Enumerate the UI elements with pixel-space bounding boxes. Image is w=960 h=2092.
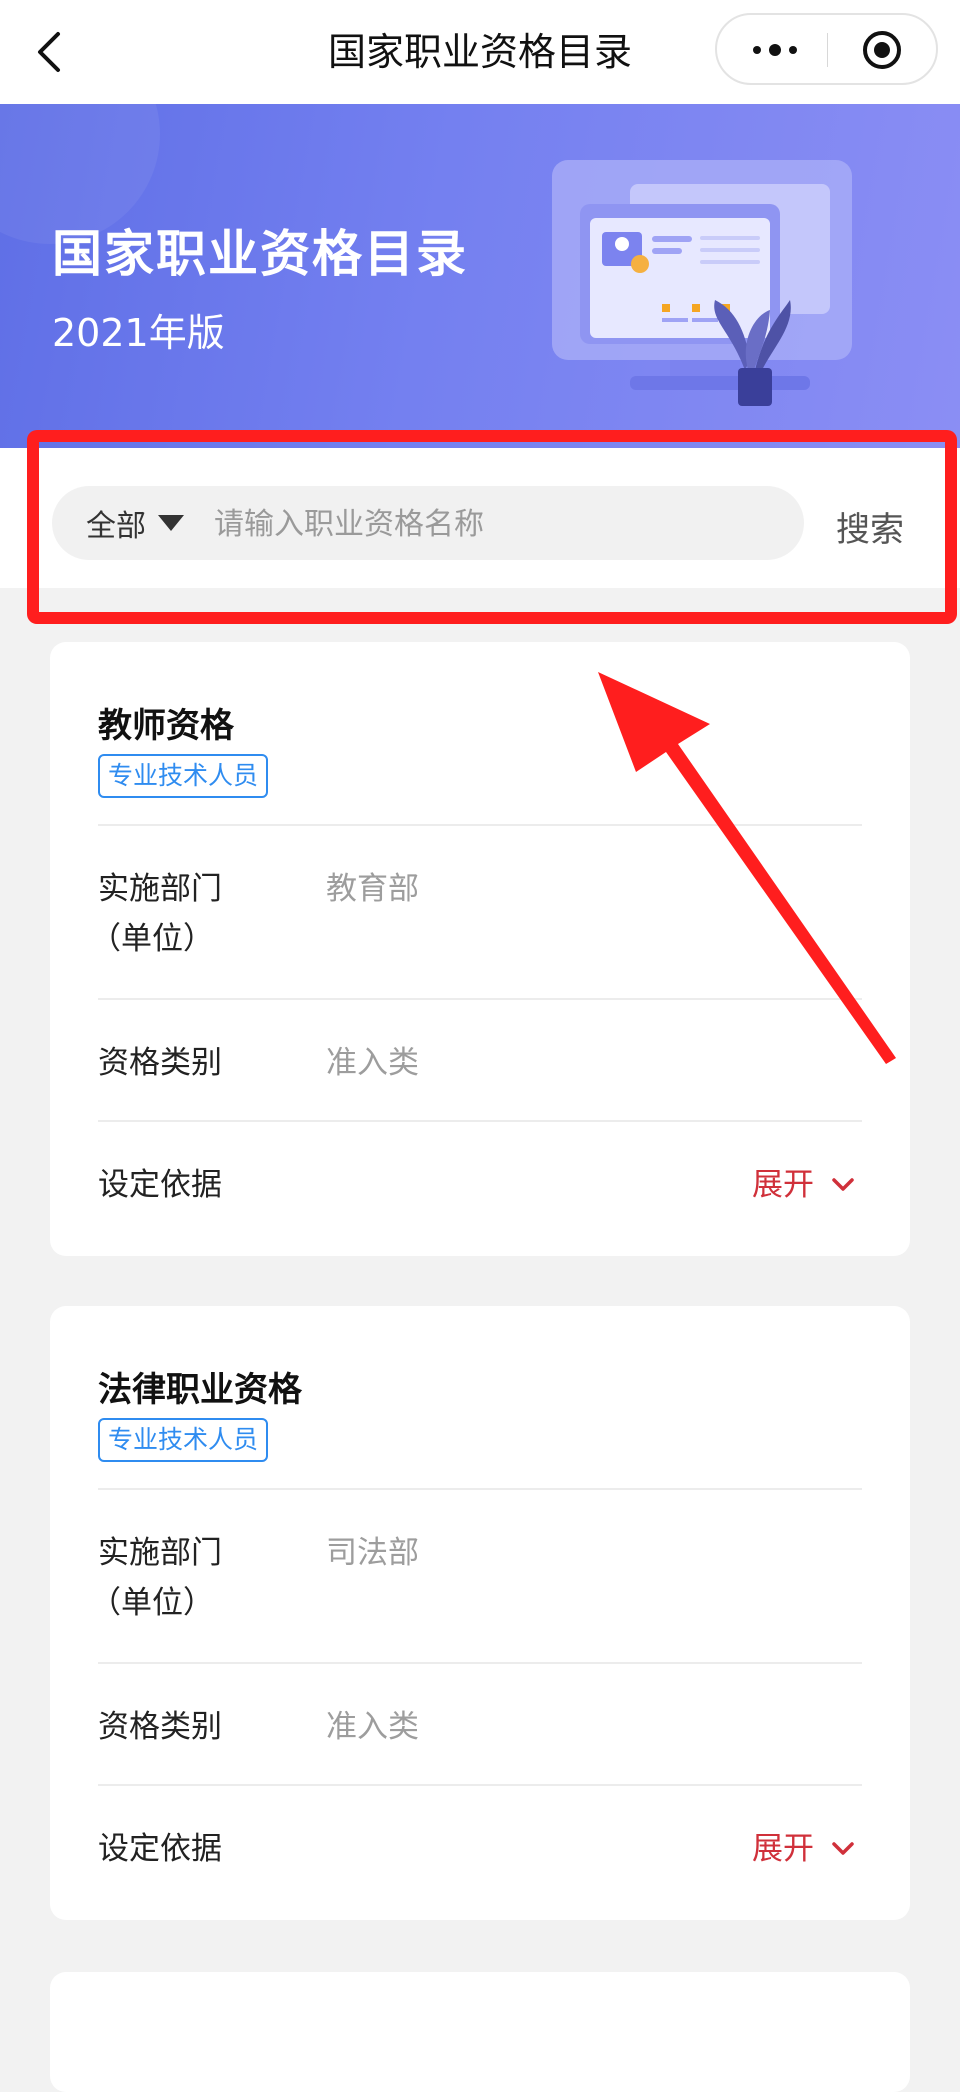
divider bbox=[98, 998, 862, 1000]
computer-illustration bbox=[552, 160, 852, 406]
target-icon[interactable] bbox=[860, 28, 904, 72]
card-title: 教师资格 bbox=[98, 706, 234, 746]
dept-label-unit: （单位） bbox=[90, 921, 214, 957]
qualification-card: 教师资格 专业技术人员 实施部门 （单位） 教育部 资格类别 准入类 设定依据 … bbox=[50, 642, 910, 1256]
scope-dropdown[interactable]: 全部 bbox=[86, 486, 184, 560]
qualification-card: 法律职业资格 专业技术人员 实施部门 （单位） 司法部 资格类别 准入类 设定依… bbox=[50, 1306, 910, 1920]
category-value: 准入类 bbox=[326, 1045, 419, 1081]
divider bbox=[98, 1662, 862, 1664]
basis-label: 设定依据 bbox=[98, 1831, 222, 1867]
more-icon[interactable] bbox=[745, 33, 805, 67]
category-label: 资格类别 bbox=[98, 1045, 222, 1081]
search-box: 全部 bbox=[52, 486, 804, 562]
divider bbox=[98, 1120, 862, 1122]
search-panel: 全部 搜索 bbox=[0, 448, 960, 588]
category-tag: 专业技术人员 bbox=[98, 1418, 269, 1462]
dept-label-unit: （单位） bbox=[90, 1585, 214, 1621]
qualification-card-partial bbox=[50, 1972, 910, 2092]
divider bbox=[98, 1488, 862, 1490]
expand-button[interactable]: 展开 bbox=[752, 1824, 854, 1874]
banner-title: 国家职业资格目录 bbox=[52, 225, 468, 283]
scope-label: 全部 bbox=[86, 509, 146, 544]
category-label: 资格类别 bbox=[98, 1709, 222, 1745]
expand-label: 展开 bbox=[752, 1167, 814, 1203]
card-title: 法律职业资格 bbox=[98, 1370, 302, 1410]
expand-label: 展开 bbox=[752, 1831, 814, 1867]
search-button[interactable]: 搜索 bbox=[836, 502, 904, 551]
basis-label: 设定依据 bbox=[98, 1167, 222, 1203]
divider bbox=[98, 824, 862, 826]
category-tag: 专业技术人员 bbox=[98, 754, 269, 798]
dept-label: 实施部门 bbox=[98, 871, 222, 907]
category-value: 准入类 bbox=[326, 1709, 419, 1745]
expand-button[interactable]: 展开 bbox=[752, 1160, 854, 1210]
divider bbox=[98, 1784, 862, 1786]
chevron-down-icon bbox=[832, 1842, 854, 1855]
capsule-divider bbox=[827, 33, 828, 67]
chevron-down-icon bbox=[832, 1178, 854, 1191]
dept-label: 实施部门 bbox=[98, 1535, 222, 1571]
banner-subtitle: 2021年版 bbox=[52, 311, 225, 355]
banner: 国家职业资格目录 2021年版 bbox=[0, 104, 960, 464]
dept-value: 教育部 bbox=[326, 871, 419, 907]
dept-value: 司法部 bbox=[326, 1535, 419, 1571]
mini-program-capsule bbox=[715, 13, 938, 85]
nav-bar: 国家职业资格目录 bbox=[0, 0, 960, 104]
search-input[interactable] bbox=[212, 486, 776, 562]
caret-down-icon bbox=[158, 515, 184, 531]
